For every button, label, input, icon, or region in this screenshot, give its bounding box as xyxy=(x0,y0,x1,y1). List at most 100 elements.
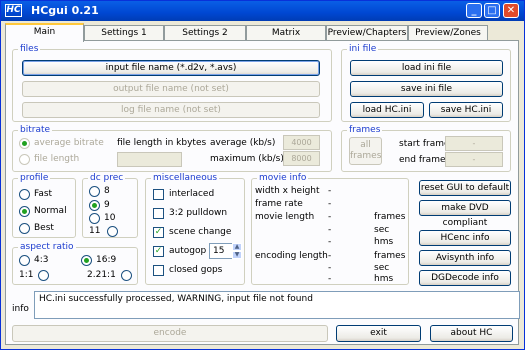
dc-prec-10-label: 10 xyxy=(104,213,116,223)
encoding-length-hms-value: - xyxy=(328,274,332,284)
profile-title: profile xyxy=(18,173,51,184)
file-length-kbytes-label: file length in kbytes xyxy=(117,138,207,148)
aspect-2-21-label: 2.21:1 xyxy=(87,270,116,280)
tab-main[interactable]: Main xyxy=(5,23,84,42)
dc-prec-9-radio[interactable] xyxy=(89,200,100,211)
window-title: HCgui 0.21 xyxy=(31,4,99,17)
minimize-button[interactable]: _ xyxy=(466,3,482,18)
average-kbs-label: average (kb/s) xyxy=(210,138,276,148)
reset-gui-button[interactable]: reset GUI to default xyxy=(419,180,511,196)
start-frame-input[interactable]: - xyxy=(445,136,503,151)
save-hc-ini-button[interactable]: save HC.ini xyxy=(429,102,503,118)
aspect-4-3-radio[interactable] xyxy=(19,255,30,266)
avisynth-info-button[interactable]: Avisynth info xyxy=(419,250,511,266)
dc-prec-title: dc prec xyxy=(88,173,126,184)
maximum-kbs-input[interactable]: 8000 xyxy=(283,151,320,166)
frames-group: frames all frames start frame end frame … xyxy=(341,125,511,172)
load-hc-ini-button[interactable]: load HC.ini xyxy=(350,102,424,118)
profile-fast-radio[interactable] xyxy=(19,189,30,200)
encoding-length-frames-unit: frames xyxy=(374,251,406,261)
dc-prec-11-label: 11 xyxy=(89,226,101,236)
movie-length-frames-value: - xyxy=(328,212,332,222)
log-file-button[interactable]: log file name (not set) xyxy=(22,102,320,118)
dgdecode-info-button[interactable]: DGDecode info xyxy=(419,270,511,286)
tab-settings-2[interactable]: Settings 2 xyxy=(164,25,246,41)
about-hc-button[interactable]: about HC xyxy=(430,325,513,342)
width-height-value: - xyxy=(328,186,332,196)
movie-length-frames-unit: frames xyxy=(374,212,406,222)
interlaced-label: interlaced xyxy=(169,189,215,199)
encoding-length-hms-unit: hms xyxy=(374,274,394,284)
closed-gops-label: closed gops xyxy=(169,265,223,275)
average-kbs-input[interactable]: 4000 xyxy=(283,135,320,150)
dc-prec-11-radio[interactable] xyxy=(107,226,118,237)
profile-best-radio[interactable] xyxy=(19,223,30,234)
close-button[interactable]: ✕ xyxy=(503,3,519,18)
load-ini-button[interactable]: load ini file xyxy=(350,60,503,76)
make-dvd-compliant-button[interactable]: make DVD compliant xyxy=(419,200,511,228)
aspect-1-1-label: 1:1 xyxy=(19,270,34,280)
hcenc-info-button[interactable]: HCenc info xyxy=(419,230,511,246)
aspect-4-3-label: 4:3 xyxy=(34,255,49,265)
tab-preview-zones[interactable]: Preview/Zones xyxy=(408,25,488,41)
frames-title: frames xyxy=(347,125,383,136)
spin-up-icon[interactable]: ▲ xyxy=(232,243,242,251)
dc-prec-8-label: 8 xyxy=(104,186,110,196)
dc-prec-9-label: 9 xyxy=(104,200,110,210)
scene-change-checkbox[interactable]: ✓ xyxy=(153,227,164,238)
miscellaneous-group: miscellaneous interlaced 3:2 pulldown ✓ … xyxy=(145,173,245,285)
encoding-length-label: encoding length xyxy=(255,251,328,261)
movie-length-hms-unit: hms xyxy=(374,237,394,247)
aspect-ratio-title: aspect ratio xyxy=(18,242,76,253)
scene-change-label: scene change xyxy=(169,227,232,237)
file-length-radio[interactable] xyxy=(19,154,30,165)
encoding-length-sec-value: - xyxy=(328,263,332,273)
interlaced-checkbox[interactable] xyxy=(153,189,164,200)
profile-fast-label: Fast xyxy=(34,189,53,199)
aspect-ratio-group: aspect ratio 4:3 16:9 1:1 2.21:1 xyxy=(12,242,138,285)
movie-length-hms-value: - xyxy=(328,237,332,247)
ini-file-title: ini file xyxy=(347,44,379,55)
end-frame-input[interactable]: - xyxy=(445,152,503,167)
start-frame-label: start frame xyxy=(399,139,450,149)
width-height-label: width x height xyxy=(255,186,320,196)
exit-button[interactable]: exit xyxy=(336,325,421,342)
aspect-2-21-radio[interactable] xyxy=(121,270,132,281)
input-file-button[interactable]: input file name (*.d2v, *.avs) xyxy=(22,60,320,76)
autogop-input[interactable]: 15 xyxy=(209,243,233,259)
movie-length-sec-unit: sec xyxy=(374,225,390,235)
tab-preview-chapters[interactable]: Preview/Chapters xyxy=(326,25,408,41)
dc-prec-10-radio[interactable] xyxy=(89,213,100,224)
tab-settings-1[interactable]: Settings 1 xyxy=(84,25,164,41)
autogop-checkbox[interactable]: ✓ xyxy=(153,246,164,257)
file-length-label: file length xyxy=(34,154,80,164)
movie-info-title: movie info xyxy=(257,173,309,184)
ini-file-group: ini file load ini file save ini file loa… xyxy=(341,44,511,122)
aspect-1-1-radio[interactable] xyxy=(38,270,49,281)
dc-prec-8-radio[interactable] xyxy=(89,186,100,197)
main-window: HC HCgui 0.21 _ □ ✕ Main Settings 1 Sett… xyxy=(0,0,525,350)
aspect-16-9-radio[interactable] xyxy=(81,255,92,266)
bitrate-group: bitrate average bitrate file length file… xyxy=(12,125,332,172)
save-ini-button[interactable]: save ini file xyxy=(350,81,503,97)
average-bitrate-radio[interactable] xyxy=(19,138,30,149)
hc-logo-icon: HC xyxy=(5,4,22,17)
pulldown-checkbox[interactable] xyxy=(153,208,164,219)
tab-matrix[interactable]: Matrix xyxy=(246,25,326,41)
output-file-button[interactable]: output file name (not set) xyxy=(22,81,320,97)
miscellaneous-title: miscellaneous xyxy=(151,173,220,184)
encode-button[interactable]: encode xyxy=(12,325,328,342)
info-message: HC.ini successfully processed, WARNING, … xyxy=(34,291,520,319)
autogop-label: autogop xyxy=(169,246,207,256)
closed-gops-checkbox[interactable] xyxy=(153,265,164,276)
title-bar: HC HCgui 0.21 _ □ ✕ xyxy=(1,1,524,21)
profile-normal-radio[interactable] xyxy=(19,206,30,217)
profile-normal-label: Normal xyxy=(34,206,67,216)
maximize-button[interactable]: □ xyxy=(484,3,500,18)
spin-down-icon[interactable]: ▼ xyxy=(232,251,242,259)
aspect-16-9-label: 16:9 xyxy=(96,255,117,265)
main-panel: files input file name (*.d2v, *.avs) out… xyxy=(5,40,520,345)
file-length-input[interactable] xyxy=(117,152,182,167)
all-frames-button[interactable]: all frames xyxy=(349,137,382,165)
info-label: info xyxy=(12,304,29,314)
